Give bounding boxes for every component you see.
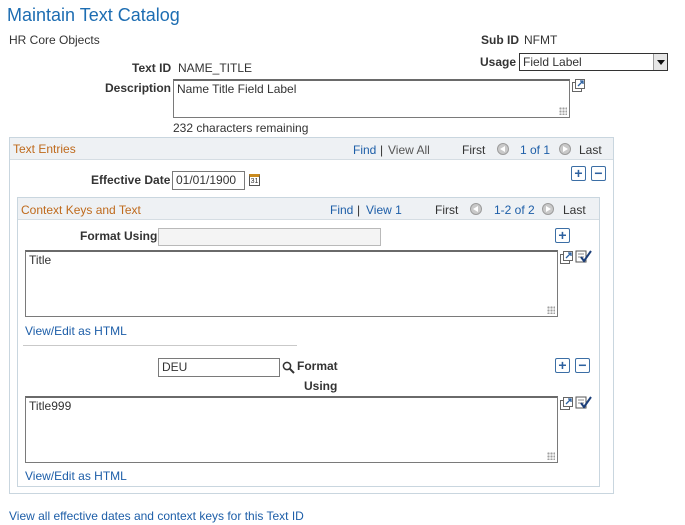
text-entries-find-link[interactable]: Find <box>353 143 376 157</box>
search-icon[interactable] <box>282 361 295 374</box>
description-value: Name Title Field Label <box>177 82 297 96</box>
next-arrow-icon[interactable] <box>542 203 554 215</box>
resize-grip-icon[interactable] <box>547 452 555 460</box>
context-text-value: Title <box>29 253 52 267</box>
format-using-input <box>158 228 381 246</box>
sub-id-value: NFMT <box>524 33 558 47</box>
object-name: HR Core Objects <box>9 33 100 47</box>
prev-arrow-icon[interactable] <box>470 203 482 215</box>
context-keys-separator: | <box>357 203 361 217</box>
prev-arrow-icon[interactable] <box>497 143 509 155</box>
expand-icon[interactable] <box>560 251 573 264</box>
effective-date-input[interactable]: 01/01/1900 <box>172 171 245 190</box>
context-keys-title: Context Keys and Text <box>21 203 141 217</box>
add-row-button[interactable]: + <box>571 165 586 181</box>
sub-id-label: Sub ID <box>481 33 519 47</box>
format-using-label-line2: Using <box>304 379 338 393</box>
effective-date-label: Effective Date <box>91 173 171 187</box>
context-text-textarea[interactable]: Title <box>25 250 558 317</box>
add-context-button[interactable]: + <box>555 357 570 373</box>
next-arrow-icon[interactable] <box>559 143 571 155</box>
spell-check-icon[interactable] <box>575 249 592 264</box>
view-edit-html-link[interactable]: View/Edit as HTML <box>25 324 127 338</box>
format-using-input[interactable]: DEU <box>158 358 280 377</box>
context-text-value: Title999 <box>29 399 72 413</box>
page-title: Maintain Text Catalog <box>7 5 180 25</box>
text-entries-view-all-link[interactable]: View All <box>388 143 430 157</box>
format-using-label: Format Using <box>80 229 158 243</box>
text-entries-last: Last <box>579 143 602 157</box>
resize-grip-icon[interactable] <box>559 107 567 115</box>
calendar-icon[interactable]: 31 <box>249 174 260 186</box>
context-keys-first: First <box>435 203 459 217</box>
context-keys-count: 1-2 of 2 <box>494 203 535 217</box>
description-textarea[interactable]: Name Title Field Label <box>173 79 570 118</box>
context-keys-view-1-link[interactable]: View 1 <box>366 203 402 217</box>
delete-row-button[interactable]: − <box>591 165 606 181</box>
description-label: Description <box>105 81 172 95</box>
text-entries-count: 1 of 1 <box>520 143 551 157</box>
usage-select-value: Field Label <box>523 55 582 69</box>
text-entries-title: Text Entries <box>13 142 76 156</box>
expand-icon[interactable] <box>560 397 573 410</box>
row-divider <box>23 345 297 346</box>
expand-icon[interactable] <box>572 79 585 92</box>
resize-grip-icon[interactable] <box>547 306 555 314</box>
usage-label: Usage <box>480 55 517 69</box>
text-id-label: Text ID <box>132 61 172 75</box>
view-all-effective-dates-link[interactable]: View all effective dates and context key… <box>9 509 304 523</box>
text-entries-separator: | <box>380 143 384 157</box>
spell-check-icon[interactable] <box>575 395 592 410</box>
context-keys-find-link[interactable]: Find <box>330 203 353 217</box>
context-keys-last: Last <box>563 203 586 217</box>
add-context-button[interactable]: + <box>555 227 570 243</box>
chars-remaining: 232 characters remaining <box>173 121 309 135</box>
context-text-textarea[interactable]: Title999 <box>25 396 558 463</box>
format-using-label-line1: Format <box>297 359 338 373</box>
view-edit-html-link[interactable]: View/Edit as HTML <box>25 469 127 483</box>
chevron-down-icon[interactable] <box>653 54 667 70</box>
usage-select[interactable]: Field Label <box>519 53 668 71</box>
delete-context-button[interactable]: − <box>575 357 590 373</box>
text-entries-first: First <box>462 143 486 157</box>
text-id-value: NAME_TITLE <box>178 61 253 75</box>
